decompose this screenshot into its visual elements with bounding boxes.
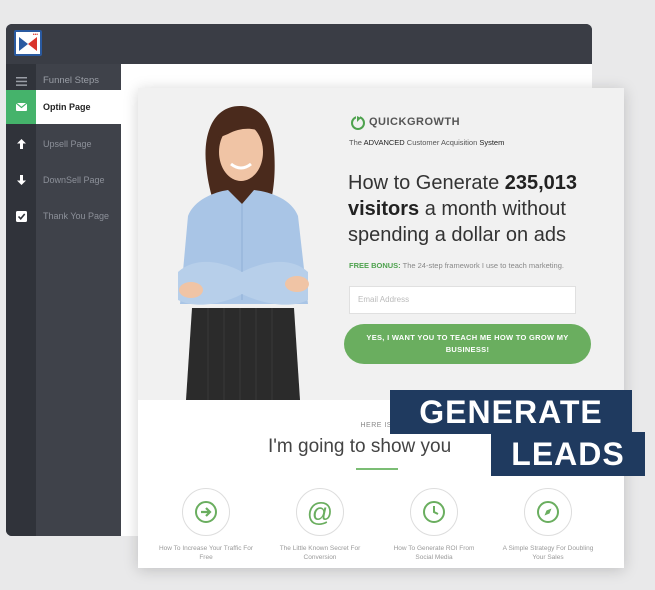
feature-item: A Simple Strategy For Doubling Your Sale… xyxy=(498,488,598,562)
brand-name: QUICKGROWTH xyxy=(369,116,461,128)
sidebar-item-thank-you-page[interactable]: Thank You Page xyxy=(6,199,121,233)
sidebar-item-label: Thank You Page xyxy=(43,211,110,221)
free-bonus-text: FREE BONUS: The 24-step framework I use … xyxy=(349,261,564,270)
section-divider xyxy=(356,468,398,470)
feature-text: A Simple Strategy For Doubling Your Sale… xyxy=(502,545,594,561)
at-sign-icon: @ xyxy=(296,488,344,536)
sidebar-item-optin-page[interactable]: Optin Page xyxy=(6,90,121,124)
tagline: The ADVANCED Customer Acquisition System xyxy=(349,138,505,147)
compass-icon xyxy=(524,488,572,536)
feature-text: How To Generate ROI From Social Media xyxy=(393,545,475,561)
arrow-up-icon xyxy=(6,127,36,161)
sidebar-item-label: DownSell Page xyxy=(43,175,105,185)
top-bar: ••• xyxy=(6,24,592,64)
clock-icon xyxy=(410,488,458,536)
feature-item: How To Increase Your Traffic For Free xyxy=(156,488,256,562)
email-field[interactable]: Email Address xyxy=(349,286,576,314)
arrow-right-circle-icon xyxy=(182,488,230,536)
feature-text: The Little Known Secret For Conversion xyxy=(279,545,361,561)
hero-section: QUICKGROWTH The ADVANCED Customer Acquis… xyxy=(138,88,624,400)
app-logo[interactable]: ••• xyxy=(14,30,42,56)
section-title: I'm going to show you xyxy=(268,436,452,457)
cta-button[interactable]: YES, I WANT YOU TO TEACH ME HOW TO GROW … xyxy=(344,324,591,364)
leaf-logo-icon xyxy=(351,115,365,130)
arrow-down-icon xyxy=(6,163,36,197)
sidebar-item-upsell-page[interactable]: Upsell Page xyxy=(6,127,121,161)
headline: How to Generate 235,013 visitors a month… xyxy=(348,172,578,246)
overlay-caption-line1: GENERATE xyxy=(390,390,632,434)
overlay-caption-line2: LEADS xyxy=(491,432,645,476)
sidebar-item-label: Upsell Page xyxy=(43,139,92,149)
optin-page-preview: QUICKGROWTH The ADVANCED Customer Acquis… xyxy=(138,88,624,568)
quickgrowth-logo: QUICKGROWTH xyxy=(350,114,460,130)
sidebar-item-downsell-page[interactable]: DownSell Page xyxy=(6,163,121,197)
checkbox-icon xyxy=(6,199,36,233)
envelope-icon xyxy=(6,90,36,124)
woman-photo xyxy=(178,106,309,400)
sidebar-item-label: Optin Page xyxy=(43,102,91,112)
feature-item: @ The Little Known Secret For Conversion xyxy=(270,488,370,562)
feature-text: How To Increase Your Traffic For Free xyxy=(158,545,254,561)
feature-item: How To Generate ROI From Social Media xyxy=(384,488,484,562)
